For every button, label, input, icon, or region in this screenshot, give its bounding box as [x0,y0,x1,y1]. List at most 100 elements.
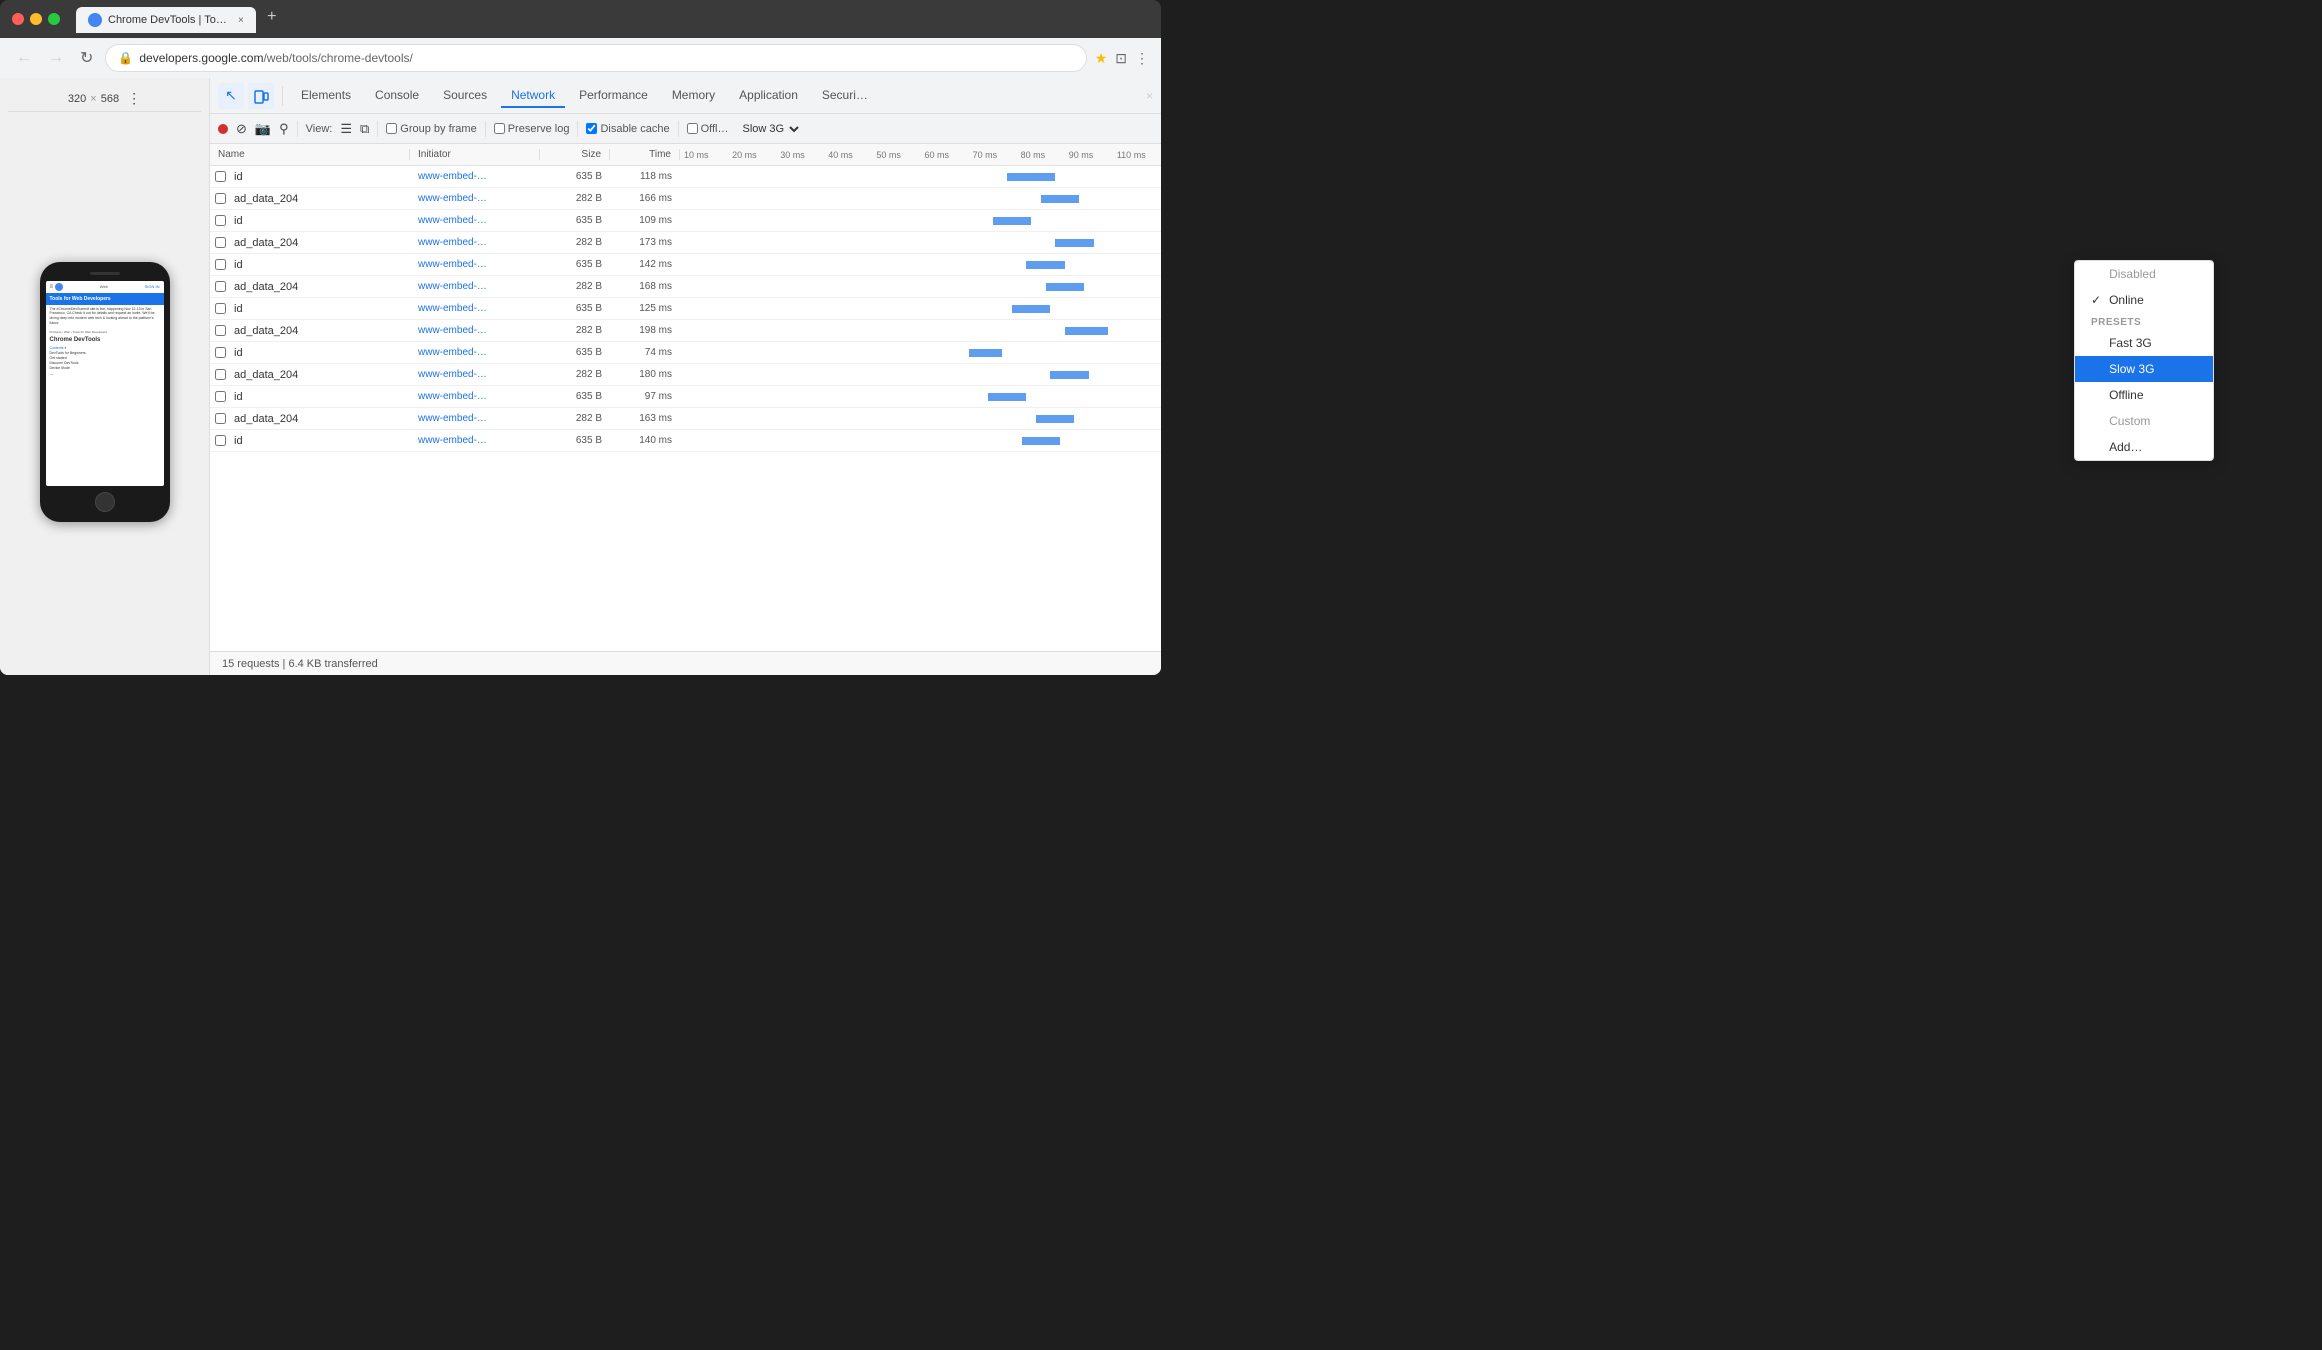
address-input[interactable]: 🔒 developers.google.com/web/tools/chrome… [105,44,1086,72]
tab-title: Chrome DevTools | Tools for W [108,14,228,26]
address-url: developers.google.com/web/tools/chrome-d… [139,51,412,65]
refresh-button[interactable]: ↻ [76,46,97,70]
row-checkbox[interactable] [210,347,230,358]
group-view-icon[interactable]: ⧉ [360,121,369,137]
table-row[interactable]: ad_data_204 www-embed-… 282 B 163 ms [210,408,1161,430]
tab-sources[interactable]: Sources [433,84,497,108]
table-row[interactable]: id www-embed-… 635 B 97 ms [210,386,1161,408]
new-tab-button[interactable]: + [260,5,284,29]
forward-button[interactable]: → [44,47,68,69]
list-view-icon[interactable]: ☰ [340,121,352,137]
phone-screen-content: ≡ Web SIGN IN Tools for Web Developers [46,281,164,486]
row-checkbox[interactable] [210,369,230,380]
cursor-tool-button[interactable]: ↖ [218,83,244,109]
dropdown-item-slow-3g[interactable]: ✓Slow 3G [2075,356,2213,382]
row-checkbox[interactable] [210,391,230,402]
row-time: 125 ms [610,303,680,314]
row-size: 282 B [540,369,610,380]
browser-tab[interactable]: Chrome DevTools | Tools for W × [76,7,256,33]
table-row[interactable]: id www-embed-… 635 B 142 ms [210,254,1161,276]
table-row[interactable]: ad_data_204 www-embed-… 282 B 198 ms [210,320,1161,342]
row-name: id [230,435,410,447]
dropdown-item-fast-3g[interactable]: ✓Fast 3G [2075,330,2213,356]
throttle-select[interactable]: Slow 3G Fast 3G Online Offline [736,122,802,136]
table-row[interactable]: ad_data_204 www-embed-… 282 B 168 ms [210,276,1161,298]
row-time: 180 ms [610,369,680,380]
preserve-log-checkbox[interactable] [494,123,505,134]
disable-cache-checkbox[interactable] [586,123,597,134]
waterfall-marker: 20 ms [728,150,776,160]
row-size: 282 B [540,237,610,248]
tab-elements[interactable]: Elements [291,84,361,108]
row-waterfall [680,386,1161,408]
row-initiator: www-embed-… [410,369,540,380]
row-time: 109 ms [610,215,680,226]
filter-icon[interactable]: ⚲ [279,121,289,137]
row-checkbox[interactable] [210,237,230,248]
mobile-preview-panel: 320 × 568 ⋮ ≡ Web SIGN [0,78,210,675]
row-name: id [230,259,410,271]
phone-signin-button: SIGN IN [145,284,160,289]
cast-icon[interactable]: ⊡ [1115,50,1127,67]
table-row[interactable]: ad_data_204 www-embed-… 282 B 180 ms [210,364,1161,386]
group-by-frame-checkbox[interactable] [386,123,397,134]
dropdown-item-offline[interactable]: ✓Offline [2075,382,2213,408]
row-time: 173 ms [610,237,680,248]
row-size: 635 B [540,391,610,402]
tab-network[interactable]: Network [501,84,565,108]
phone-logo [55,283,63,291]
dropdown-item-online[interactable]: ✓Online [2075,287,2213,313]
dropdown-item-add…[interactable]: ✓Add… [2075,434,2213,460]
back-button[interactable]: ← [12,47,36,69]
tab-application[interactable]: Application [729,84,808,108]
maximize-button[interactable] [48,13,60,25]
close-button[interactable] [12,13,24,25]
screenshot-icon[interactable]: 📷 [255,121,271,137]
devtools-close-icon[interactable]: × [1146,89,1153,103]
tab-close-icon[interactable]: × [238,15,244,26]
status-text: 15 requests | 6.4 KB transferred [222,658,378,670]
offline-checkbox[interactable] [687,123,698,134]
row-size: 282 B [540,325,610,336]
tab-memory[interactable]: Memory [662,84,725,108]
tab-security[interactable]: Securi… [812,84,878,108]
row-initiator: www-embed-… [410,347,540,358]
table-row[interactable]: id www-embed-… 635 B 125 ms [210,298,1161,320]
row-checkbox[interactable] [210,303,230,314]
column-name-header: Name [210,149,410,160]
check-icon: ✓ [2091,293,2101,307]
phone-body-text: The #ChromeDevSummit site is live, happe… [50,307,155,326]
row-checkbox[interactable] [210,281,230,292]
row-checkbox[interactable] [210,259,230,270]
table-row[interactable]: id www-embed-… 635 B 140 ms [210,430,1161,452]
stop-recording-icon[interactable]: ⊘ [236,121,247,137]
minimize-button[interactable] [30,13,42,25]
browser-menu-icon[interactable]: ⋮ [1135,50,1149,67]
row-checkbox[interactable] [210,435,230,446]
table-row[interactable]: id www-embed-… 635 B 118 ms [210,166,1161,188]
address-bar: ← → ↻ 🔒 developers.google.com/web/tools/… [0,38,1161,78]
device-toggle-button[interactable] [248,83,274,109]
viewport-menu-icon[interactable]: ⋮ [127,90,141,107]
row-checkbox[interactable] [210,215,230,226]
row-initiator: www-embed-… [410,237,540,248]
tab-console[interactable]: Console [365,84,429,108]
table-row[interactable]: id www-embed-… 635 B 74 ms [210,342,1161,364]
row-checkbox[interactable] [210,325,230,336]
row-checkbox[interactable] [210,193,230,204]
row-time: 142 ms [610,259,680,270]
row-checkbox[interactable] [210,413,230,424]
table-row[interactable]: id www-embed-… 635 B 109 ms [210,210,1161,232]
dropdown-item-custom[interactable]: ✓Custom [2075,408,2213,434]
dropdown-item-disabled[interactable]: ✓Disabled [2075,261,2213,287]
table-row[interactable]: ad_data_204 www-embed-… 282 B 166 ms [210,188,1161,210]
row-waterfall [680,342,1161,364]
disable-cache-group: Disable cache [586,123,669,135]
tab-performance[interactable]: Performance [569,84,658,108]
url-domain: developers.google.com [139,51,263,65]
row-size: 635 B [540,171,610,182]
row-checkbox[interactable] [210,171,230,182]
bookmark-icon[interactable]: ★ [1095,50,1108,67]
record-button[interactable] [218,124,228,134]
table-row[interactable]: ad_data_204 www-embed-… 282 B 173 ms [210,232,1161,254]
